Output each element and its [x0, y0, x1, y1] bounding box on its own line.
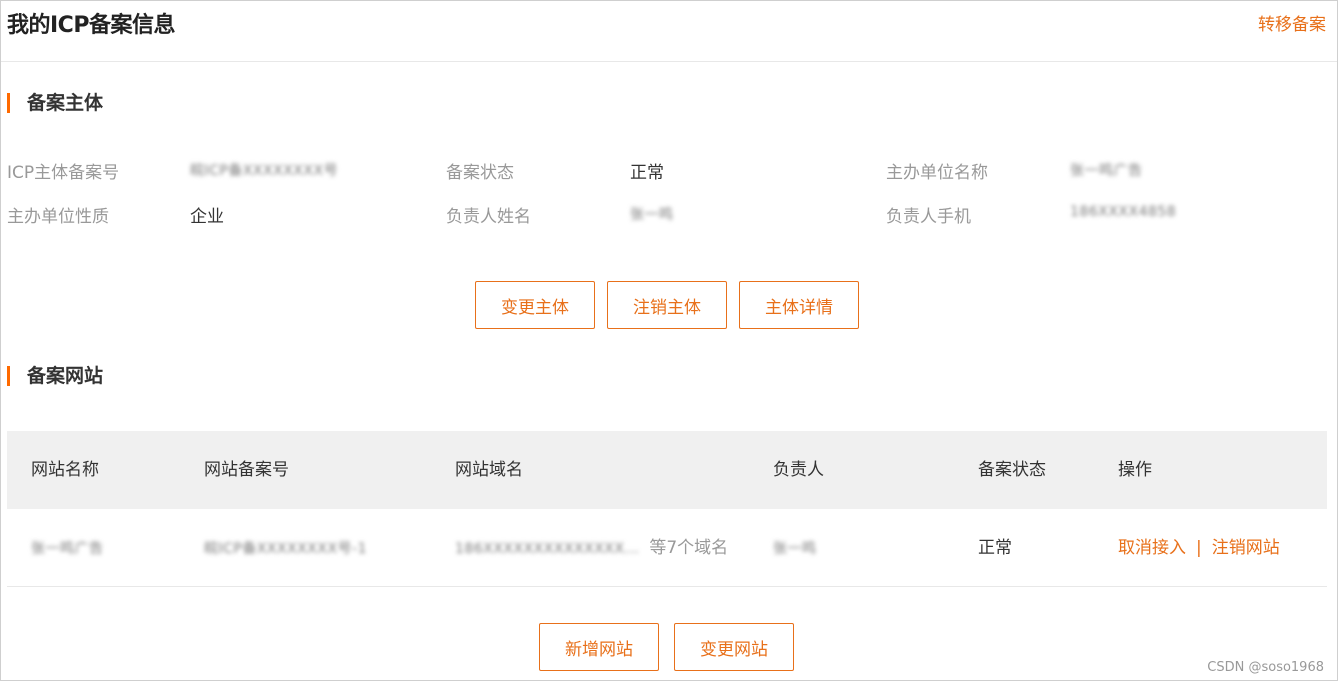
section-title-website: 备案网站 [7, 366, 103, 386]
column-header-site-name: 网站名称 [31, 460, 99, 480]
field-value-organizer-name: 张一鸣广告 [1070, 163, 1143, 179]
field-value-organizer-type: 企业 [190, 207, 224, 227]
cell-record-number: 皖ICP备XXXXXXXX号-1 [204, 509, 367, 588]
domain-text: 186XXXXXXXXXXXXXX... [455, 541, 640, 557]
section-title-entity: 备案主体 [7, 93, 103, 113]
column-header-owner: 负责人 [773, 460, 824, 480]
page-title: 我的ICP备案信息 [7, 13, 175, 38]
header-divider [1, 61, 1337, 62]
add-website-button[interactable]: 新增网站 [539, 623, 659, 671]
field-label-organizer-name: 主办单位名称 [886, 163, 988, 183]
table-row: 张一鸣广告 皖ICP备XXXXXXXX号-1 186XXXXXXXXXXXXXX… [7, 509, 1327, 587]
cell-site-name: 张一鸣广告 [31, 509, 104, 588]
field-value-owner-name: 张一鸣 [630, 207, 674, 223]
change-website-button[interactable]: 变更网站 [674, 623, 794, 671]
domain-count-text: 等7个域名 [649, 538, 729, 558]
action-separator: | [1196, 538, 1202, 558]
record-number-text: 皖ICP备XXXXXXXX号-1 [204, 541, 368, 557]
field-label-organizer-type: 主办单位性质 [7, 207, 109, 227]
cancel-access-link[interactable]: 取消接入 [1118, 538, 1186, 558]
site-name-text: 张一鸣广告 [31, 541, 104, 557]
field-label-owner-name: 负责人姓名 [446, 207, 531, 227]
transfer-record-link[interactable]: 转移备案 [1258, 10, 1326, 35]
entity-detail-button[interactable]: 主体详情 [739, 281, 859, 329]
column-header-actions: 操作 [1118, 460, 1152, 480]
field-label-owner-phone: 负责人手机 [886, 207, 971, 227]
cell-owner: 张一鸣 [773, 509, 817, 588]
field-label-record-status: 备案状态 [446, 163, 514, 183]
field-value-record-status: 正常 [630, 163, 664, 183]
field-value-icp-number: 皖ICP备XXXXXXXX号 [190, 163, 339, 179]
cancel-website-link[interactable]: 注销网站 [1212, 538, 1280, 558]
cell-domain: 186XXXXXXXXXXXXXX... 等7个域名 [455, 509, 728, 588]
field-label-icp-number: ICP主体备案号 [7, 163, 120, 183]
cell-status: 正常 [978, 538, 1012, 558]
cell-actions: 取消接入 | 注销网站 [1118, 509, 1280, 587]
column-header-record-number: 网站备案号 [204, 460, 289, 480]
website-table-header: 网站名称 网站备案号 网站域名 负责人 备案状态 操作 [7, 431, 1327, 509]
csdn-watermark: CSDN @soso1968 [1207, 660, 1324, 675]
field-value-owner-phone: 186XXXX4858 [1070, 204, 1177, 220]
cancel-entity-button[interactable]: 注销主体 [607, 281, 727, 329]
change-entity-button[interactable]: 变更主体 [475, 281, 595, 329]
column-header-domain: 网站域名 [455, 460, 523, 480]
owner-text: 张一鸣 [773, 541, 817, 557]
column-header-status: 备案状态 [978, 460, 1046, 480]
